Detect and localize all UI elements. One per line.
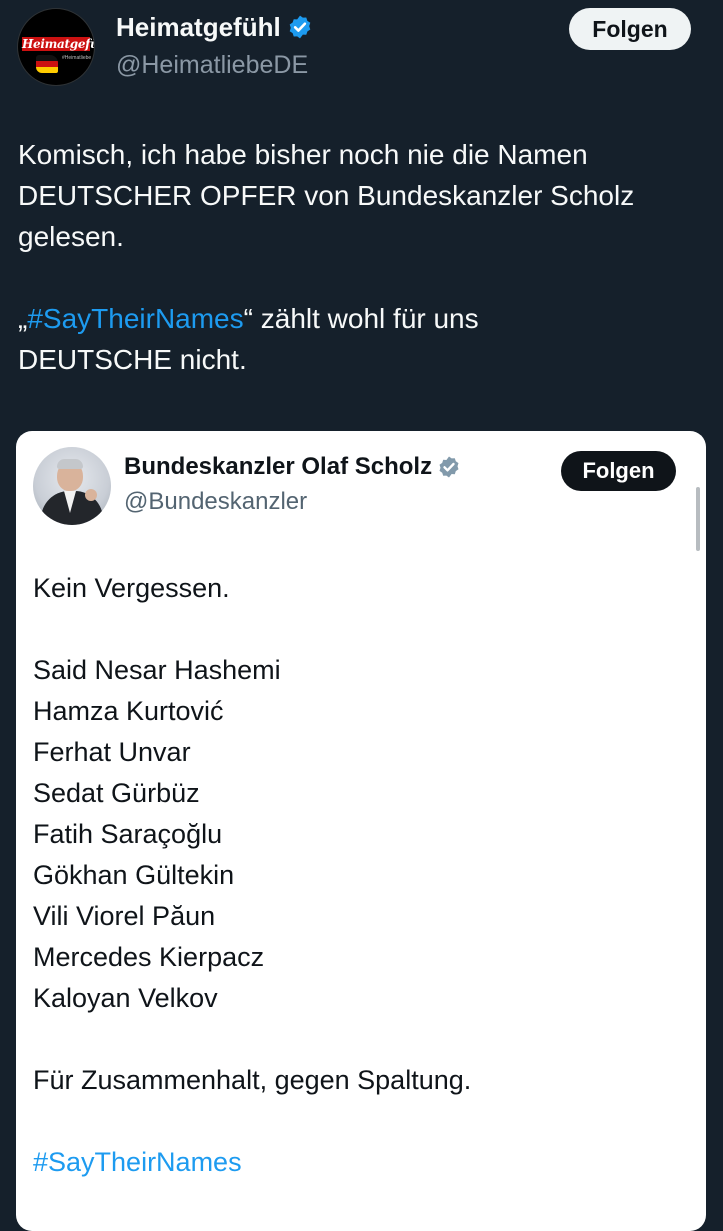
quoted-tweet-card[interactable]: Bundeskanzler Olaf Scholz @Bundeskanzler… [16, 431, 706, 1231]
tweet-header: Heimatgefühl #Heimatliebe Heimatgefühl @… [0, 0, 723, 110]
avatar[interactable]: Heimatgefühl #Heimatliebe [18, 9, 94, 85]
tweet-text-line: Komisch, ich habe bisher noch nie die Na… [18, 139, 588, 170]
quoted-avatar[interactable] [33, 447, 111, 525]
quoted-intro: Kein Vergessen. [33, 573, 230, 603]
tweet-text-fragment: “ zählt wohl für uns [243, 303, 479, 334]
scrollbar[interactable] [696, 487, 700, 551]
quoted-follow-button[interactable]: Folgen [561, 451, 676, 491]
victim-name: Kaloyan Velkov [33, 983, 218, 1013]
quoted-hashtag-link[interactable]: #SayTheirNames [33, 1142, 683, 1183]
verified-badge-icon[interactable] [287, 14, 313, 40]
victim-name: Ferhat Unvar [33, 737, 191, 767]
quoted-tweet-text: Kein Vergessen. Said Nesar Hashemi Hamza… [33, 568, 683, 1183]
follow-button[interactable]: Folgen [569, 8, 691, 50]
victim-name: Hamza Kurtović [33, 696, 224, 726]
quoted-author-handle[interactable]: @Bundeskanzler [124, 487, 307, 517]
author-handle[interactable]: @HeimatliebeDE [116, 50, 308, 80]
germany-map-icon [36, 55, 58, 73]
avatar-photo-shape [57, 459, 83, 469]
hashtag-link[interactable]: #SayTheirNames [27, 303, 243, 334]
victim-name: Sedat Gürbüz [33, 778, 200, 808]
tweet-text-line: DEUTSCHE nicht. [18, 344, 247, 375]
tweet-text-line: „#SayTheirNames“ zählt wohl für uns [18, 298, 698, 339]
victim-name: Said Nesar Hashemi [33, 655, 281, 685]
tweet-text-line: DEUTSCHER OPFER von Bundeskanzler Scholz [18, 180, 635, 211]
gray-verified-badge-icon[interactable] [437, 455, 461, 479]
avatar-logo-text: Heimatgefühl [22, 37, 94, 51]
tweet-text: Komisch, ich habe bisher noch nie die Na… [18, 134, 698, 380]
quoted-author-name-row: Bundeskanzler Olaf Scholz [124, 453, 461, 481]
quote-mark-open: „ [18, 303, 28, 334]
victim-name: Gökhan Gültekin [33, 860, 235, 890]
quoted-closing: Für Zusammenhalt, gegen Spaltung. [33, 1065, 472, 1095]
tweet-text-line: gelesen. [18, 221, 124, 252]
victim-name: Fatih Saraçoğlu [33, 819, 223, 849]
author-display-name[interactable]: Heimatgefühl [116, 12, 281, 42]
victim-name: Mercedes Kierpacz [33, 942, 265, 972]
avatar-photo-shape [85, 489, 97, 501]
victim-name: Vili Viorel Păun [33, 901, 216, 931]
quoted-author-display-name[interactable]: Bundeskanzler Olaf Scholz [124, 453, 432, 481]
author-name-row: Heimatgefühl [116, 12, 313, 42]
avatar-small-text: #Heimatliebe [62, 55, 92, 61]
